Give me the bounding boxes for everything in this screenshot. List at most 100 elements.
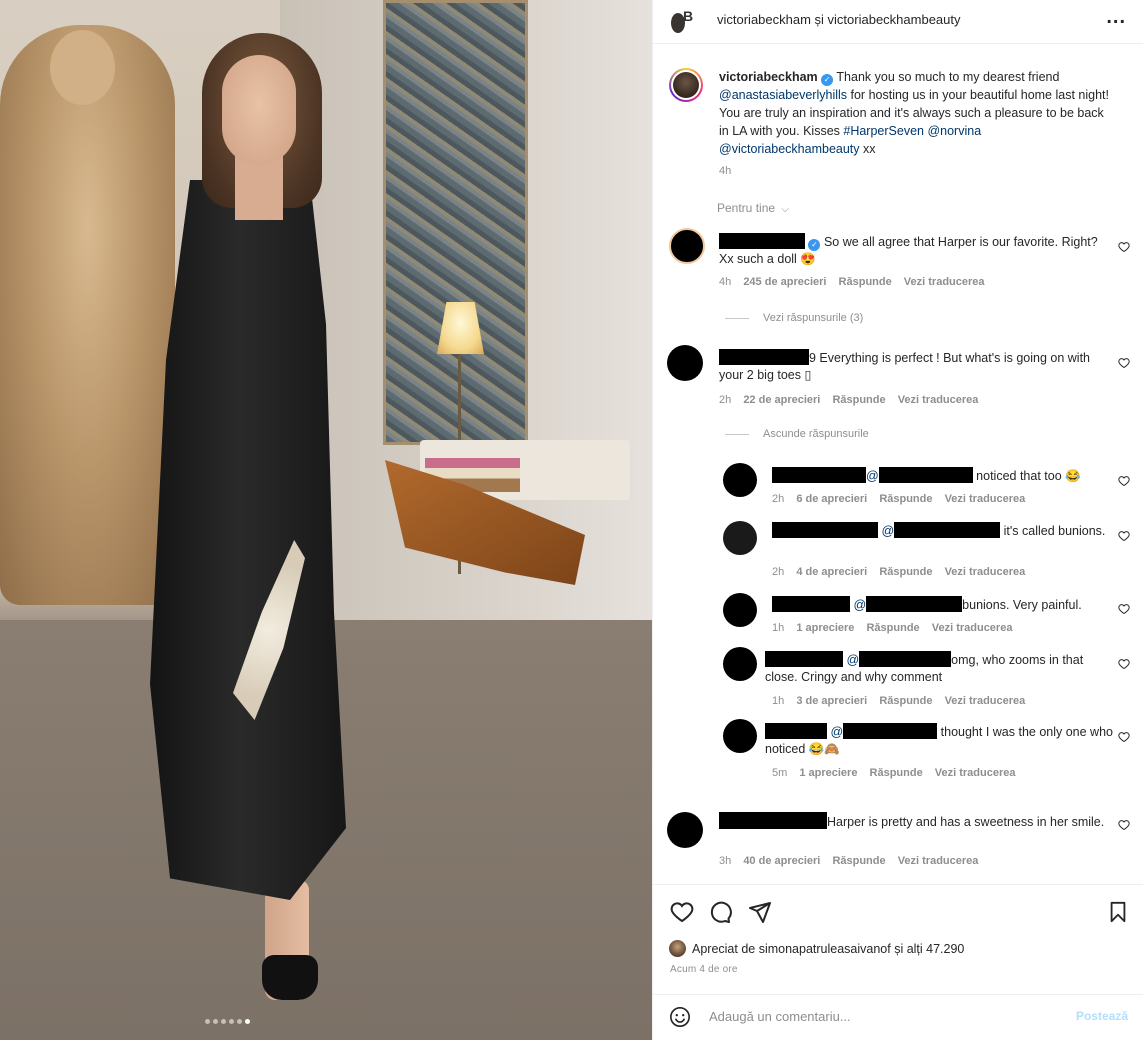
- background-painting: [383, 0, 528, 445]
- redacted-mention[interactable]: [843, 723, 938, 739]
- verified-badge-icon: ✓: [808, 239, 821, 251]
- reply-button[interactable]: Răspunde: [832, 855, 885, 867]
- carousel-dot[interactable]: [237, 1019, 242, 1024]
- comment-likes[interactable]: 4 de aprecieri: [796, 566, 867, 578]
- redacted-mention[interactable]: [894, 522, 1001, 538]
- avatar[interactable]: [669, 228, 705, 264]
- mention-link[interactable]: @norvina: [927, 124, 981, 138]
- comment-likes[interactable]: 40 de aprecieri: [743, 855, 820, 867]
- translate-button[interactable]: Vezi traducerea: [945, 493, 1026, 505]
- hide-replies-label: Ascunde răspunsurile: [763, 428, 869, 440]
- translate-button[interactable]: Vezi traducerea: [898, 394, 979, 406]
- redacted-mention[interactable]: [866, 596, 963, 612]
- carousel-dot[interactable]: [213, 1019, 218, 1024]
- comment-meta: 3h 40 de aprecieri Răspunde Vezi traduce…: [719, 855, 987, 867]
- heart-icon[interactable]: [1118, 658, 1130, 670]
- avatar[interactable]: [667, 345, 703, 381]
- avatar: [669, 940, 686, 957]
- translate-button[interactable]: Vezi traducerea: [932, 622, 1013, 634]
- share-icon[interactable]: [748, 900, 772, 924]
- likes-summary[interactable]: Apreciat de simonapatruleasaivanof și al…: [669, 940, 964, 957]
- statue-head: [50, 30, 115, 105]
- mention-link[interactable]: @: [866, 469, 879, 483]
- view-replies-button[interactable]: Vezi răspunsurile (3): [725, 312, 863, 324]
- heart-icon[interactable]: [1118, 241, 1130, 253]
- translate-button[interactable]: Vezi traducerea: [945, 695, 1026, 707]
- post-comment-button[interactable]: Postează: [1076, 1009, 1128, 1023]
- redacted-username[interactable]: [719, 233, 805, 249]
- mention-link[interactable]: @anastasiabeverlyhills: [719, 88, 847, 102]
- redacted-username[interactable]: [765, 651, 843, 667]
- comment-meta: 2h 6 de aprecieri Răspunde Vezi traducer…: [772, 493, 1034, 505]
- mention-link[interactable]: @: [827, 725, 843, 739]
- comment-input[interactable]: Adaugă un comentariu...: [709, 1009, 851, 1024]
- caption-avatar[interactable]: [669, 68, 703, 102]
- more-icon[interactable]: ...: [1106, 6, 1126, 29]
- carousel-dot[interactable]: [221, 1019, 226, 1024]
- post-author-names[interactable]: victoriabeckham și victoriabeckhambeauty: [717, 12, 961, 27]
- mention-link[interactable]: @: [843, 653, 859, 667]
- translate-button[interactable]: Vezi traducerea: [935, 767, 1016, 779]
- comment-text: bunions. Very painful.: [962, 598, 1082, 612]
- heart-icon[interactable]: [1118, 530, 1130, 542]
- comment-likes[interactable]: 6 de aprecieri: [796, 493, 867, 505]
- redacted-mention[interactable]: [878, 467, 973, 483]
- add-comment-bar: Adaugă un comentariu... Postează: [653, 994, 1143, 1040]
- heart-icon[interactable]: [1118, 819, 1130, 831]
- avatar[interactable]: [723, 463, 757, 497]
- heart-icon[interactable]: [1118, 603, 1130, 615]
- comment-likes[interactable]: 22 de aprecieri: [743, 394, 820, 406]
- hashtag-link[interactable]: #HarperSeven: [843, 124, 924, 138]
- heart-icon[interactable]: [1118, 357, 1130, 369]
- redacted-username[interactable]: [772, 522, 878, 538]
- carousel-dot[interactable]: [229, 1019, 234, 1024]
- bookmark-icon[interactable]: [1107, 900, 1129, 924]
- brand-avatar[interactable]: B: [683, 8, 693, 24]
- redacted-mention[interactable]: [859, 651, 952, 667]
- reply-button[interactable]: Răspunde: [839, 276, 892, 288]
- reply-button[interactable]: Răspunde: [870, 767, 923, 779]
- translate-button[interactable]: Vezi traducerea: [904, 276, 985, 288]
- mention-link[interactable]: @victoriabeckhambeauty: [719, 142, 860, 156]
- redacted-username[interactable]: [772, 467, 866, 483]
- mention-link[interactable]: @: [850, 598, 866, 612]
- redacted-username[interactable]: [719, 812, 827, 829]
- person-shoe: [262, 955, 318, 1000]
- reply-button[interactable]: Răspunde: [879, 695, 932, 707]
- heart-icon[interactable]: [1118, 475, 1130, 487]
- mention-link[interactable]: @: [878, 524, 894, 538]
- redacted-username[interactable]: [772, 596, 850, 612]
- comment-likes[interactable]: 1 apreciere: [799, 767, 857, 779]
- carousel-dot[interactable]: [205, 1019, 210, 1024]
- comment-likes[interactable]: 3 de aprecieri: [796, 695, 867, 707]
- collab-avatars[interactable]: B: [667, 7, 697, 37]
- post-header: B victoriabeckham și victoriabeckhambeau…: [653, 0, 1143, 44]
- emoji-icon[interactable]: [669, 1006, 691, 1028]
- caption-username[interactable]: victoriabeckham: [719, 70, 818, 84]
- avatar[interactable]: [723, 719, 757, 753]
- post-image[interactable]: [0, 0, 652, 1040]
- redacted-username[interactable]: [765, 723, 827, 739]
- comment-text: Harper is pretty and has a sweetness in …: [827, 815, 1105, 829]
- translate-button[interactable]: Vezi traducerea: [898, 855, 979, 867]
- reply-button[interactable]: Răspunde: [879, 493, 932, 505]
- hide-replies-button[interactable]: Ascunde răspunsurile: [725, 428, 869, 440]
- reply-button[interactable]: Răspunde: [832, 394, 885, 406]
- translate-button[interactable]: Vezi traducerea: [945, 566, 1026, 578]
- comment-likes[interactable]: 245 de aprecieri: [743, 276, 826, 288]
- heart-icon[interactable]: [1118, 731, 1130, 743]
- sort-dropdown[interactable]: Pentru tine ⌵: [717, 201, 789, 215]
- comment-likes[interactable]: 1 apreciere: [796, 622, 854, 634]
- redacted-username[interactable]: [719, 349, 809, 365]
- heart-icon[interactable]: [669, 900, 695, 924]
- comment-time: 3h: [719, 855, 732, 867]
- reply-button[interactable]: Răspunde: [866, 622, 919, 634]
- carousel-dots[interactable]: [205, 1019, 250, 1024]
- avatar[interactable]: [667, 812, 703, 848]
- avatar[interactable]: [723, 647, 757, 681]
- carousel-dot[interactable]: [245, 1019, 250, 1024]
- reply-button[interactable]: Răspunde: [879, 566, 932, 578]
- comment-icon[interactable]: [708, 900, 732, 924]
- avatar[interactable]: [723, 521, 757, 555]
- avatar[interactable]: [723, 593, 757, 627]
